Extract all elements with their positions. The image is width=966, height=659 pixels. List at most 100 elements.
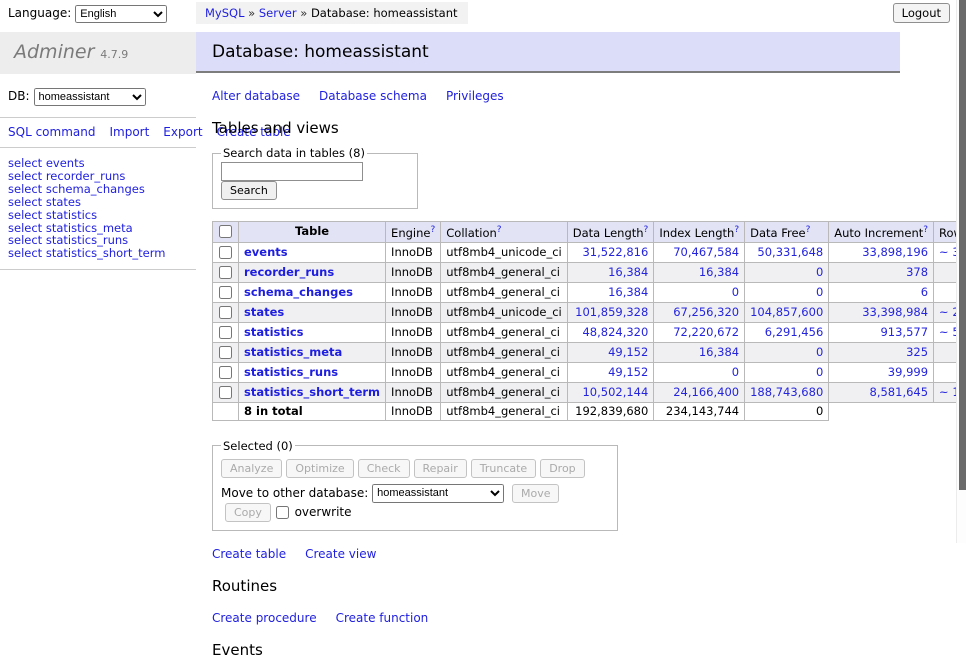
sidebar-item-select-statistics-short-term[interactable]: select statistics_short_term	[8, 247, 188, 260]
scrollbar[interactable]	[956, 0, 966, 543]
data-free-link[interactable]: 6,291,456	[765, 325, 824, 339]
move-button[interactable]: Move	[512, 484, 560, 503]
db-link-alter-database[interactable]: Alter database	[212, 89, 300, 103]
create-link-create-view[interactable]: Create view	[305, 547, 376, 561]
index-length-link[interactable]: 24,166,400	[673, 385, 739, 399]
db-select[interactable]: homeassistant	[34, 88, 146, 106]
overwrite-checkbox[interactable]	[276, 506, 289, 519]
repair-button[interactable]: Repair	[414, 459, 467, 478]
data-length-link[interactable]: 16,384	[608, 265, 648, 279]
breadcrumb-server[interactable]: Server	[259, 6, 297, 20]
db-link-privileges[interactable]: Privileges	[446, 89, 504, 103]
table-link-recorder-runs[interactable]: recorder_runs	[244, 265, 334, 279]
move-db-select[interactable]: homeassistant	[372, 484, 504, 503]
index-length-link[interactable]: 67,256,320	[673, 305, 739, 319]
auto-increment-link[interactable]: 378	[906, 265, 928, 279]
help-link[interactable]: ?	[734, 225, 739, 235]
check-button[interactable]: Check	[358, 459, 410, 478]
sidebar-item-select-recorder-runs[interactable]: select recorder_runs	[8, 170, 188, 183]
row-checkbox-states[interactable]	[219, 306, 232, 319]
row-checkbox-statistics-meta[interactable]	[219, 346, 232, 359]
total-empty-cell	[213, 402, 239, 420]
index-length-link[interactable]: 72,220,672	[673, 325, 739, 339]
help-link[interactable]: ?	[806, 225, 811, 235]
auto-increment-link[interactable]: 33,898,196	[862, 245, 928, 259]
row-checkbox-events[interactable]	[219, 246, 232, 259]
data-free-link[interactable]: 188,743,680	[750, 385, 823, 399]
data-length-link[interactable]: 16,384	[608, 285, 648, 299]
row-checkbox-recorder-runs[interactable]	[219, 266, 232, 279]
index-length-link[interactable]: 0	[732, 285, 739, 299]
collation-cell: utf8mb4_general_ci	[441, 382, 568, 402]
sidebar-action-import[interactable]: Import	[109, 125, 149, 139]
row-checkbox-cell	[213, 282, 239, 302]
sidebar-item-select-schema-changes[interactable]: select schema_changes	[8, 183, 188, 196]
sidebar-item-select-events[interactable]: select events	[8, 157, 188, 170]
index-length-link[interactable]: 16,384	[699, 265, 739, 279]
sidebar-action-sql-command[interactable]: SQL command	[8, 125, 95, 139]
create-link-create-table[interactable]: Create table	[212, 547, 286, 561]
overwrite-label: overwrite	[295, 505, 352, 519]
routine-link-create-function[interactable]: Create function	[336, 611, 429, 625]
truncate-button[interactable]: Truncate	[471, 459, 536, 478]
column-label: Auto Increment	[834, 226, 923, 240]
data-free-link[interactable]: 0	[816, 285, 823, 299]
data-length-link[interactable]: 10,502,144	[582, 385, 648, 399]
search-input[interactable]	[221, 162, 363, 181]
row-checkbox-statistics-runs[interactable]	[219, 366, 232, 379]
index-length-link[interactable]: 70,467,584	[673, 245, 739, 259]
index-length-link[interactable]: 16,384	[699, 345, 739, 359]
table-link-statistics-short-term[interactable]: statistics_short_term	[244, 385, 380, 399]
auto-increment-link[interactable]: 913,577	[880, 325, 928, 339]
db-link-database-schema[interactable]: Database schema	[319, 89, 427, 103]
help-link[interactable]: ?	[644, 225, 649, 235]
data-free-link[interactable]: 0	[816, 365, 823, 379]
row-checkbox-statistics[interactable]	[219, 326, 232, 339]
data-length-link[interactable]: 49,152	[608, 365, 648, 379]
table-link-statistics-runs[interactable]: statistics_runs	[244, 365, 338, 379]
auto-increment-link[interactable]: 8,581,645	[870, 385, 929, 399]
search-button[interactable]: Search	[221, 181, 277, 200]
row-checkbox-cell	[213, 242, 239, 262]
data-length-link[interactable]: 49,152	[608, 345, 648, 359]
drop-button[interactable]: Drop	[540, 459, 584, 478]
auto-increment-link[interactable]: 6	[921, 285, 928, 299]
column-header-data-free: Data Free?	[745, 222, 829, 243]
row-checkbox-statistics-short-term[interactable]	[219, 386, 232, 399]
index-length-link[interactable]: 0	[732, 365, 739, 379]
breadcrumb-mysql[interactable]: MySQL	[205, 6, 245, 20]
data-free-cell: 6,291,456	[745, 322, 829, 342]
select-all-checkbox[interactable]	[219, 225, 232, 238]
language-row: Language:English	[0, 0, 196, 23]
help-link[interactable]: ?	[430, 225, 435, 235]
data-free-link[interactable]: 50,331,648	[757, 245, 823, 259]
auto-increment-link[interactable]: 33,398,984	[862, 305, 928, 319]
table-link-states[interactable]: states	[244, 305, 284, 319]
data-length-link[interactable]: 31,522,816	[582, 245, 648, 259]
sidebar-item-select-states[interactable]: select states	[8, 196, 188, 209]
auto-increment-link[interactable]: 325	[906, 345, 928, 359]
language-select[interactable]: English	[75, 5, 167, 23]
table-link-statistics-meta[interactable]: statistics_meta	[244, 345, 342, 359]
table-link-schema-changes[interactable]: schema_changes	[244, 285, 353, 299]
column-label: Data Free	[750, 226, 806, 240]
data-length-link[interactable]: 101,859,328	[575, 305, 648, 319]
analyze-button[interactable]: Analyze	[221, 459, 282, 478]
optimize-button[interactable]: Optimize	[286, 459, 353, 478]
scrollbar-thumb[interactable]	[959, 0, 966, 490]
table-total-row: 8 in totalInnoDButf8mb4_general_ci192,83…	[213, 402, 966, 420]
copy-button[interactable]: Copy	[225, 503, 271, 522]
row-checkbox-schema-changes[interactable]	[219, 286, 232, 299]
table-link-statistics[interactable]: statistics	[244, 325, 304, 339]
logout-button[interactable]: Logout	[893, 3, 950, 23]
sidebar-item-select-statistics[interactable]: select statistics	[8, 209, 188, 222]
data-free-link[interactable]: 0	[816, 345, 823, 359]
table-link-events[interactable]: events	[244, 245, 288, 259]
help-link[interactable]: ?	[497, 225, 502, 235]
data-free-link[interactable]: 104,857,600	[750, 305, 823, 319]
routine-link-create-procedure[interactable]: Create procedure	[212, 611, 317, 625]
data-free-link[interactable]: 0	[816, 265, 823, 279]
auto-increment-link[interactable]: 39,999	[888, 365, 928, 379]
help-link[interactable]: ?	[923, 225, 928, 235]
data-length-link[interactable]: 48,824,320	[582, 325, 648, 339]
